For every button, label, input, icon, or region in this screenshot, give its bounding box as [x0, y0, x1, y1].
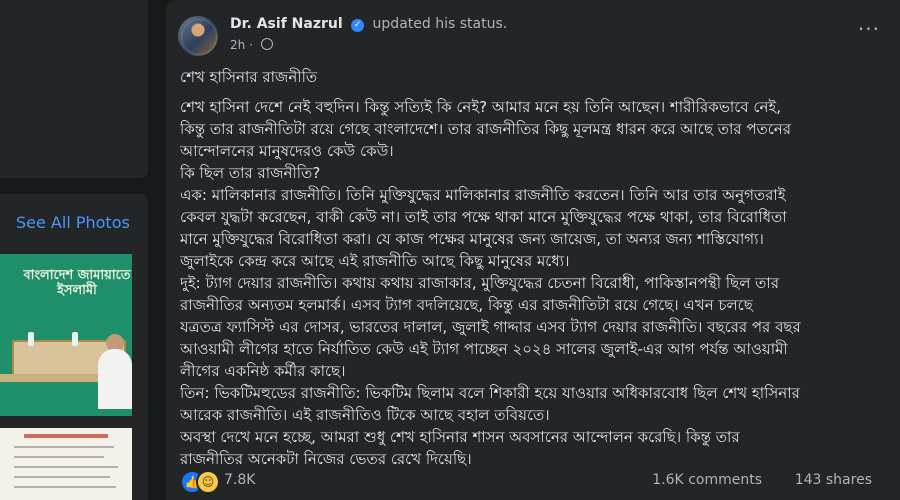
author-avatar[interactable]: [178, 16, 218, 56]
post-line: আন্দোলনের মানুষদেরও কেউ কেউ।: [180, 142, 394, 160]
reactions-count: 7.8K: [224, 472, 256, 488]
doc-line: [14, 476, 110, 478]
more-options-icon[interactable]: ···: [858, 19, 880, 39]
avatar-ring: [181, 19, 217, 55]
post-line: আরেক রাজনীতি। এই রাজনীতিও টিকে আছে বহাল …: [180, 406, 550, 424]
shares-count-link[interactable]: 143 shares: [795, 472, 872, 488]
post-line: রাজনীতির অনেকটা নিজের ভেতর রেখে দিয়েছি।: [180, 450, 472, 468]
post-line: মানে মুক্তিযুদ্ধের বিরোধিতা করা। যে কাজ …: [180, 230, 764, 248]
haha-reaction-icon: ☺: [196, 470, 220, 494]
author-name[interactable]: Dr. Asif Nazrul: [230, 16, 343, 32]
doc-line: [14, 446, 114, 448]
post-line: আওয়ামী লীগের হাতে নির্যাতিত কেউ এই ট্যা…: [180, 340, 788, 358]
status-text: updated his status.: [372, 16, 508, 32]
post-line: এক: মালিকানার রাজনীতি। তিনি মুক্তিযুদ্ধে…: [180, 186, 786, 204]
post-line: শেখ হাসিনা দেশে নেই বহুদিন। কিন্তু সত্যি…: [180, 98, 781, 116]
sidebar-card: [0, 0, 148, 178]
post-line: কিন্তু তার রাজনীতিটা রয়ে গেছে বাংলাদেশে…: [180, 120, 791, 138]
comments-count-link[interactable]: 1.6K comments: [652, 472, 762, 488]
post-footer: 👍 ☺ 7.8K 1.6K comments 143 shares: [180, 470, 886, 494]
post-heading: শেখ হাসিনার রাজনীতি: [180, 68, 318, 86]
document-thumbnail[interactable]: [0, 428, 132, 500]
post-line: রাজনীতির অন্যতম হলমার্ক। এসব ট্যাগ বদলিয…: [180, 296, 753, 314]
post-header: Dr. Asif Nazrul ✓ updated his status.: [230, 16, 507, 32]
separator-dot: ·: [249, 38, 253, 52]
doc-header-stripe: [24, 434, 108, 438]
bottle-shape: [28, 332, 34, 346]
see-all-photos-link[interactable]: See All Photos: [16, 213, 130, 232]
post-line: অবস্থা দেখে মনে হচ্ছে, আমরা শুধু শেখ হাস…: [180, 428, 740, 446]
post-card: Dr. Asif Nazrul ✓ updated his status. 2h…: [166, 0, 900, 500]
post-line: জুলাইকে কেন্দ্র করে আছে এই রাজনীতি আছে ক…: [180, 252, 570, 270]
post-line: তিন: ভিকটিমহুডের রাজনীতি: ভিকটিম ছিলাম ব…: [180, 384, 800, 402]
doc-line: [14, 456, 104, 458]
left-sidebar: See All Photos বাংলাদেশ জামায়াতে ইসলামী: [0, 0, 150, 500]
post-body: শেখ হাসিনা দেশে নেই বহুদিন। কিন্তু সত্যি…: [180, 96, 890, 470]
post-meta: 2h ·: [230, 38, 273, 52]
person-figure: [98, 349, 132, 409]
bottle-shape: [72, 332, 78, 346]
doc-line: [14, 466, 118, 468]
post-line: দুই: ট্যাগ দেয়ার রাজনীতি। কথায় কথায় র…: [180, 274, 779, 292]
post-line: কি ছিল তার রাজনীতি?: [180, 164, 321, 182]
photo-banner-text: বাংলাদেশ জামায়াতে ইসলামী: [23, 268, 131, 298]
globe-icon: [260, 38, 273, 50]
post-line: কেবল যুদ্ধটা করেছেন, বাকী কেউ না। তাই তা…: [180, 208, 787, 226]
post-time[interactable]: 2h: [230, 38, 245, 52]
doc-line: [14, 486, 116, 488]
post-line: যত্রতত্র ফ্যাসিস্ট এর দোসর, ভারতের দালাল…: [180, 318, 801, 336]
photo-thumbnail[interactable]: বাংলাদেশ জামায়াতে ইসলামী: [0, 254, 132, 416]
post-line: লীগের একনিষ্ঠ কর্মীর কাছে।: [180, 362, 346, 380]
verified-badge-icon: ✓: [351, 19, 365, 32]
